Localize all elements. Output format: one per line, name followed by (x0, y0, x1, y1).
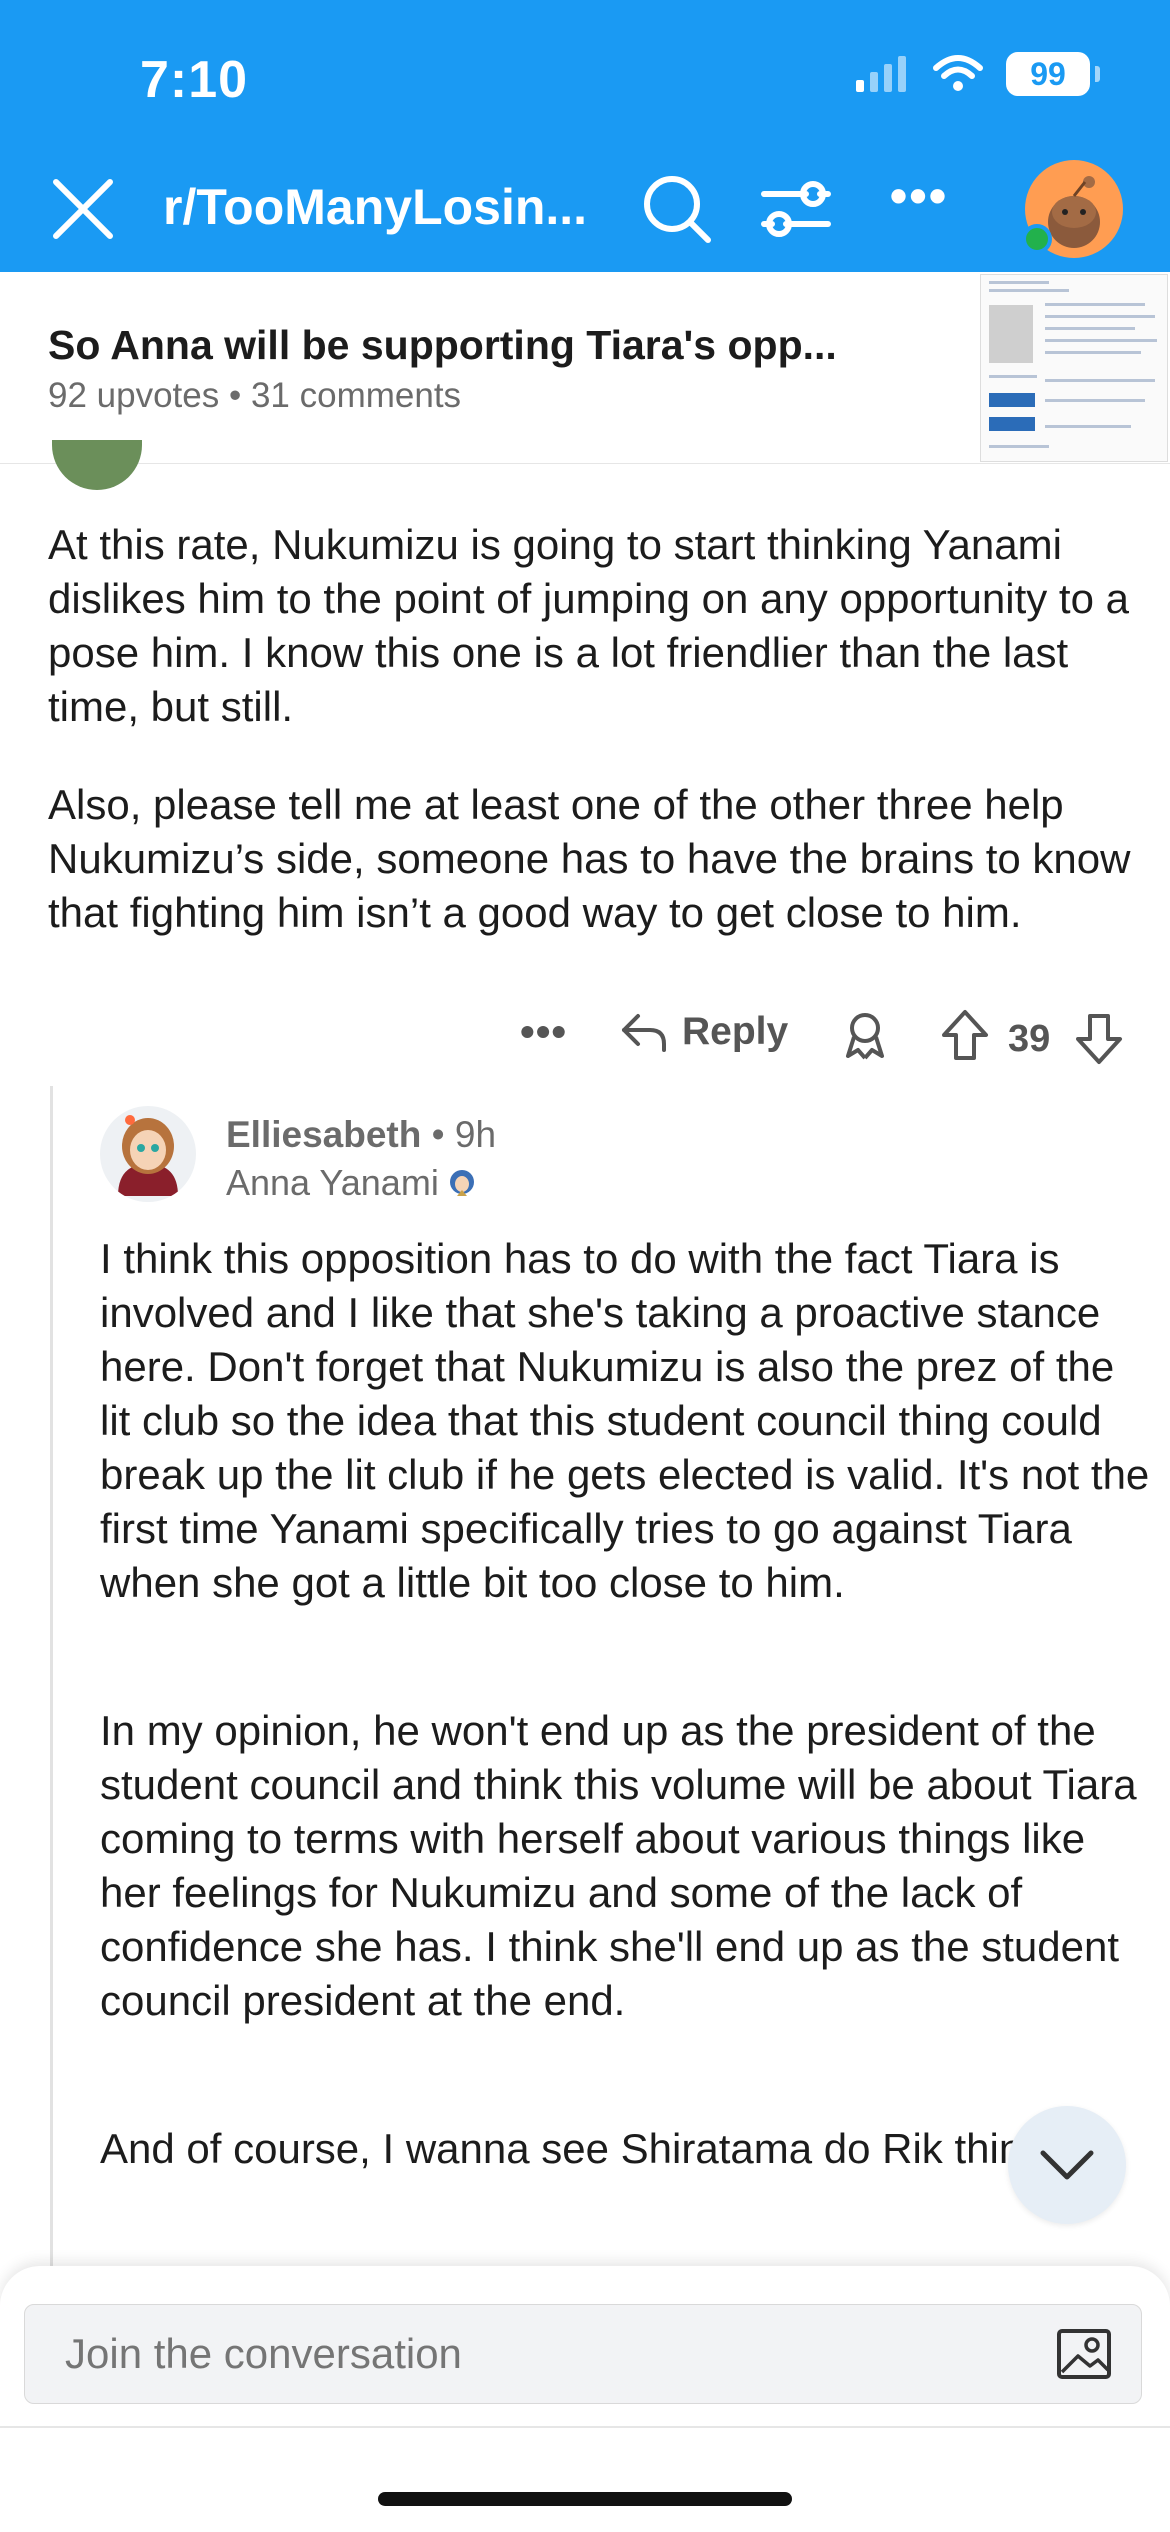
reply-label: Reply (682, 1010, 789, 1053)
bottom-composer (0, 2266, 1170, 2532)
status-indicators: 99 (854, 52, 1100, 96)
reply-user-avatar[interactable] (100, 1106, 196, 1202)
top-app-bar: 7:10 99 r/TooManyLosin... ••• (0, 0, 1170, 272)
chevron-down-icon (1040, 2150, 1094, 2180)
parent-comment-avatar[interactable] (52, 440, 142, 490)
reply-arrow-icon (622, 1014, 666, 1052)
comment-action-bar: ••• Reply 39 (520, 1006, 1130, 1076)
upvote-icon[interactable] (940, 1008, 990, 1062)
comment-paragraph: In my opinion, he won't end up as the pr… (100, 1707, 1137, 2024)
meta-separator: • (228, 376, 251, 415)
comment-count: 31 comments (250, 376, 462, 415)
comment-paragraph: I think this opposition has to do with t… (100, 1235, 1150, 1606)
cellular-signal-icon (856, 56, 906, 92)
subreddit-title[interactable]: r/TooManyLosin... (163, 178, 587, 236)
comment-paragraph: Also, please tell me at least one of the… (48, 781, 1131, 936)
status-time: 7:10 (140, 51, 249, 109)
join-conversation-input[interactable] (24, 2304, 1142, 2404)
composer-divider (0, 2426, 1170, 2428)
image-attach-icon[interactable] (1056, 2328, 1112, 2380)
comment-paragraph: And of course, I wanna see Shiratama do … (100, 2125, 1079, 2172)
nav-row: r/TooManyLosin... ••• (0, 160, 1170, 258)
wifi-icon (933, 55, 983, 91)
flair-text: Anna Yanami (226, 1162, 439, 1203)
comment-score: 39 (1008, 1018, 1051, 1060)
comment-more-icon[interactable]: ••• (520, 1008, 567, 1056)
reply-timestamp: 9h (454, 1114, 497, 1155)
username-text[interactable]: Elliesabeth (226, 1114, 421, 1155)
post-meta: 92 upvotes • 31 comments (48, 376, 461, 416)
reply-username[interactable]: Elliesabeth • 9h (226, 1114, 496, 1156)
flair-emoji-icon (449, 1170, 474, 1196)
post-header[interactable]: So Anna will be supporting Tiara's opp..… (0, 272, 1170, 464)
more-options-icon[interactable]: ••• (884, 171, 954, 244)
sort-filter-icon[interactable] (760, 174, 832, 244)
reply-button[interactable]: Reply (620, 1010, 788, 1054)
thread-indent-line[interactable] (50, 1086, 53, 2266)
next-comment-button[interactable] (1008, 2106, 1126, 2224)
home-indicator[interactable] (378, 2492, 792, 2506)
close-icon[interactable] (48, 174, 118, 244)
search-icon[interactable] (640, 172, 714, 246)
post-thumbnail[interactable] (980, 274, 1168, 462)
comment-paragraph: At this rate, Nukumizu is going to start… (48, 521, 1129, 730)
reply-avatar-icon (118, 1115, 178, 1196)
post-title[interactable]: So Anna will be supporting Tiara's opp..… (48, 322, 837, 369)
meta-separator: • (431, 1114, 455, 1155)
downvote-icon[interactable] (1074, 1012, 1124, 1066)
battery-indicator: 99 (1006, 52, 1100, 96)
user-flair: Anna Yanami (226, 1162, 477, 1204)
online-status-dot (1022, 224, 1052, 254)
upvote-count: 92 upvotes (48, 376, 220, 415)
award-icon[interactable] (840, 1010, 890, 1060)
